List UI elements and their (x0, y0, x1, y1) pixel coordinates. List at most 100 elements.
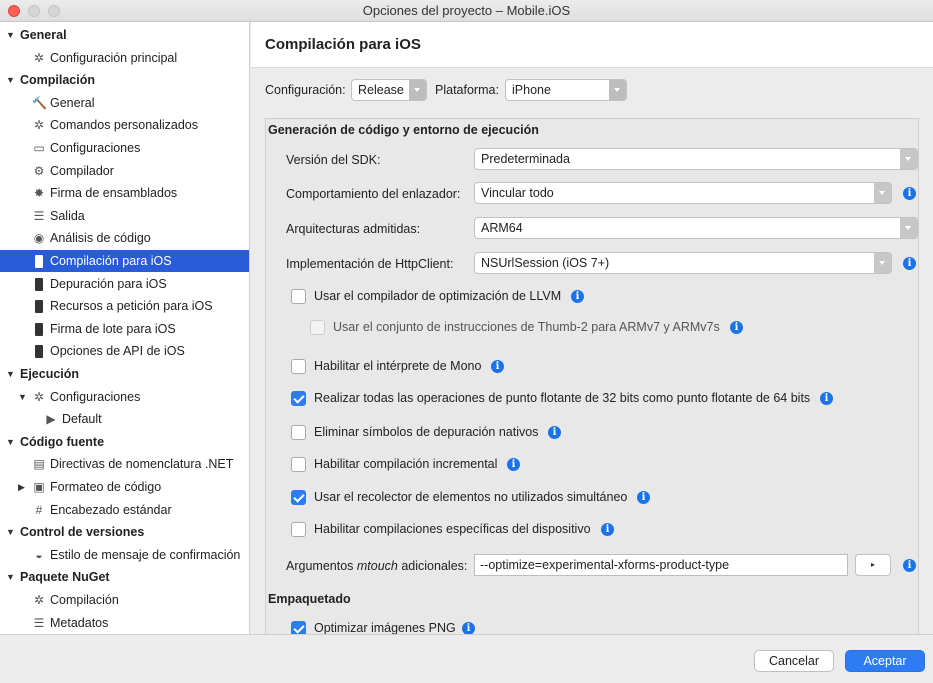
chevron-down-icon (609, 80, 626, 100)
httpclient-label: Implementación de HttpClient: (286, 257, 454, 271)
settings-page-icon: ▣ (33, 480, 45, 494)
sidebar-item-salida[interactable]: ☰ Salida (0, 205, 249, 227)
settings-page-icon: ☰ (33, 208, 45, 223)
option-checkbox-5[interactable] (291, 457, 306, 472)
disclosure-collapsed-icon[interactable]: ▶ (18, 476, 25, 498)
disclosure-expanded-icon[interactable]: ▼ (6, 521, 15, 543)
platform-select[interactable]: iPhone (505, 79, 627, 101)
cancel-button[interactable]: Cancelar (754, 650, 834, 672)
sdk-version-select[interactable]: Predeterminada (474, 148, 918, 170)
configuration-label: Configuración: (265, 83, 346, 97)
sidebar-item-compilacion[interactable]: ▼ Compilación (0, 69, 249, 91)
sidebar-item-comandos-personalizados[interactable]: ✲ Comandos personalizados (0, 114, 249, 136)
info-icon[interactable]: i (730, 321, 743, 334)
sidebar-item-label: Configuraciones (50, 141, 141, 155)
sidebar-item-compilacion[interactable]: ✲ Compilación (0, 589, 249, 611)
window-titlebar: Opciones del proyecto – Mobile.iOS (0, 0, 933, 22)
httpclient-select[interactable]: NSUrlSession (iOS 7+) (474, 252, 892, 274)
sidebar-item-control-de-versiones[interactable]: ▼ Control de versiones (0, 521, 249, 543)
sidebar-item-label: Recursos a petición para iOS (50, 299, 213, 314)
settings-page-icon: ▤ (33, 457, 45, 472)
sidebar-item-label: Análisis de código (50, 231, 151, 246)
sidebar-item-analisis-de-codigo[interactable]: ◉ Análisis de código (0, 227, 249, 249)
sidebar-item-configuraciones[interactable]: ▭ Configuraciones (0, 137, 249, 159)
option-label-4: Eliminar símbolos de depuración nativos (314, 425, 539, 439)
optimize-png-checkbox[interactable] (291, 621, 306, 634)
section-title-packaging: Empaquetado (268, 592, 351, 606)
info-icon[interactable]: i (601, 523, 614, 536)
sidebar-item-label: Encabezado estándar (50, 502, 172, 517)
linker-behavior-select[interactable]: Vincular todo (474, 182, 892, 204)
settings-panel[interactable]: Generación de código y entorno de ejecuc… (265, 118, 919, 634)
sidebar-item-paquete-nuget[interactable]: ▼ Paquete NuGet (0, 566, 249, 588)
option-checkbox-3[interactable] (291, 391, 306, 406)
sidebar-item-directivas-de-nomenclatura-net[interactable]: ▤ Directivas de nomenclatura .NET (0, 453, 249, 475)
disclosure-expanded-icon[interactable]: ▼ (6, 24, 15, 46)
disclosure-expanded-icon[interactable]: ▼ (18, 386, 27, 408)
sidebar-item-label: Salida (50, 208, 85, 223)
sidebar-item-metadatos[interactable]: ☰ Metadatos (0, 612, 249, 634)
sidebar-item-configuracion-principal[interactable]: ✲ Configuración principal (0, 47, 249, 69)
chevron-down-icon (900, 149, 917, 169)
info-icon[interactable]: i (903, 187, 916, 200)
mtouch-args-menu-button[interactable]: ▸ (855, 554, 891, 576)
minimize-window-button[interactable] (28, 5, 40, 17)
info-icon[interactable]: i (820, 392, 833, 405)
sidebar-item-ejecucion[interactable]: ▼ Ejecución (0, 363, 249, 385)
page-title: Compilación para iOS (265, 36, 421, 53)
sidebar-item-compilador[interactable]: ⚙ Compilador (0, 160, 249, 182)
info-icon[interactable]: i (571, 290, 584, 303)
sidebar-item-general[interactable]: 🔨 General (0, 92, 249, 114)
phone-icon (35, 322, 43, 336)
sidebar-item-formateo-de-codigo[interactable]: ▶ ▣ Formateo de código (0, 476, 249, 498)
info-icon[interactable]: i (637, 491, 650, 504)
sidebar-item-codigo-fuente[interactable]: ▼ Código fuente (0, 431, 249, 453)
sidebar-item-label: General (50, 95, 95, 110)
close-window-button[interactable] (8, 5, 20, 17)
option-checkbox-7[interactable] (291, 522, 306, 537)
sidebar-item-recursos-a-peticion-para-ios[interactable]: Recursos a petición para iOS (0, 295, 249, 317)
settings-page-icon: ▭ (33, 141, 45, 155)
option-label-2: Habilitar el intérprete de Mono (314, 359, 482, 373)
mtouch-args-input[interactable]: --optimize=experimental-xforms-product-t… (474, 554, 848, 576)
info-icon[interactable]: i (462, 622, 475, 634)
settings-page-icon: ✲ (33, 593, 45, 607)
sidebar-item-depuracion-para-ios[interactable]: Depuración para iOS (0, 273, 249, 295)
settings-page-icon: ✲ (33, 389, 45, 404)
sidebar-item-label: Opciones de API de iOS (50, 344, 185, 359)
accept-button[interactable]: Aceptar (845, 650, 925, 672)
sidebar-item-general[interactable]: ▼ General (0, 24, 249, 46)
info-icon[interactable]: i (903, 559, 916, 572)
sidebar-item-estilo-de-mensaje-de-confirmacion[interactable]: ◒ Estilo de mensaje de confirmación (0, 544, 249, 566)
info-icon[interactable]: i (548, 426, 561, 439)
disclosure-expanded-icon[interactable]: ▼ (6, 431, 15, 453)
disclosure-expanded-icon[interactable]: ▼ (6, 566, 15, 588)
option-checkbox-0[interactable] (291, 289, 306, 304)
sidebar-item-compilacion-para-ios[interactable]: Compilación para iOS (0, 250, 249, 272)
sidebar-item-label: Configuraciones (50, 389, 141, 404)
disclosure-expanded-icon[interactable]: ▼ (6, 363, 15, 385)
supported-arch-select[interactable]: ARM64 (474, 217, 918, 239)
sidebar-item-firma-de-lote-para-ios[interactable]: Firma de lote para iOS (0, 318, 249, 340)
phone-icon (35, 277, 43, 291)
option-checkbox-2[interactable] (291, 359, 306, 374)
sidebar-item-label: Formateo de código (50, 480, 162, 494)
sidebar-item-default[interactable]: ▶ Default (0, 408, 249, 430)
sidebar-item-label: Directivas de nomenclatura .NET (50, 457, 234, 472)
info-icon[interactable]: i (507, 458, 520, 471)
sidebar-item-encabezado-estandar[interactable]: # Encabezado estándar (0, 499, 249, 521)
settings-page-icon: # (35, 502, 43, 517)
sidebar-item-opciones-de-api-de-ios[interactable]: Opciones de API de iOS (0, 340, 249, 362)
option-label-0: Usar el compilador de optimización de LL… (314, 289, 562, 303)
sidebar-item-firma-de-ensamblados[interactable]: ✸ Firma de ensamblados (0, 182, 249, 204)
info-icon[interactable]: i (491, 360, 504, 373)
option-checkbox-4[interactable] (291, 425, 306, 440)
main-header: Compilación para iOS (251, 22, 933, 68)
zoom-window-button[interactable] (48, 5, 60, 17)
sidebar-item-configuraciones[interactable]: ▼ ✲ Configuraciones (0, 386, 249, 408)
configuration-select[interactable]: Release (351, 79, 427, 101)
linker-behavior-label: Comportamiento del enlazador: (286, 187, 461, 201)
option-checkbox-6[interactable] (291, 490, 306, 505)
disclosure-expanded-icon[interactable]: ▼ (6, 69, 15, 91)
info-icon[interactable]: i (903, 257, 916, 270)
